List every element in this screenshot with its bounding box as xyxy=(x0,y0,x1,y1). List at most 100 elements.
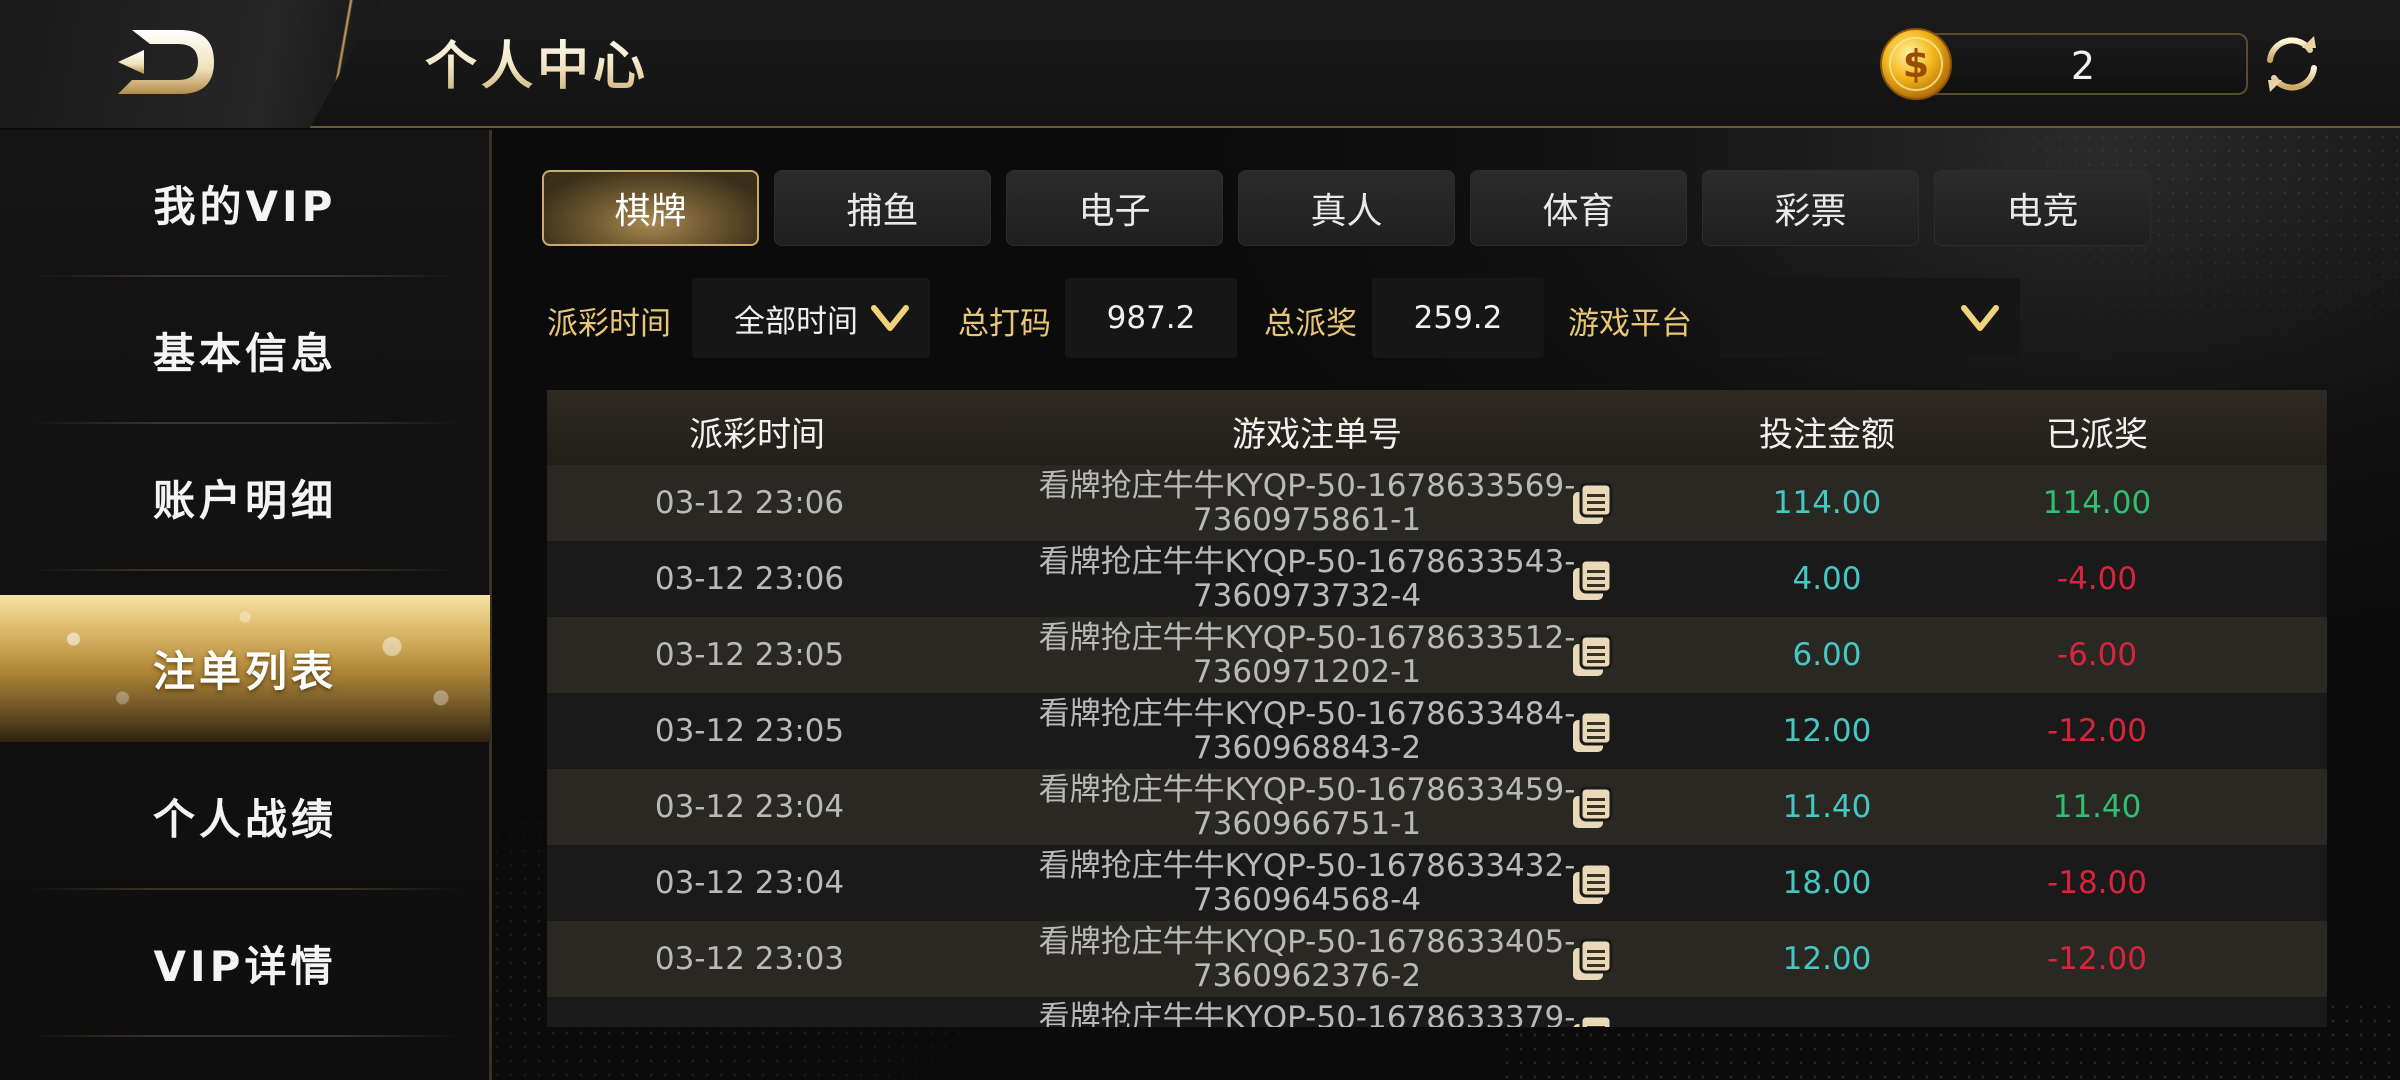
copy-icon[interactable] xyxy=(1569,786,1613,830)
sidebar-item-label: 个人战绩 xyxy=(152,795,337,844)
tab-fishing[interactable]: 捕鱼 xyxy=(774,170,991,246)
column-header-bet-amount: 投注金额 xyxy=(1759,415,1895,455)
bet-amount: 114.00 xyxy=(1772,485,1882,521)
payout-time: 03-12 23:05 xyxy=(654,637,845,673)
sidebar-item-bet-list[interactable]: 注单列表 xyxy=(0,595,490,742)
copy-icon[interactable] xyxy=(1569,710,1613,754)
copy-icon[interactable] xyxy=(1569,938,1613,982)
tab-esports[interactable]: 电竞 xyxy=(1934,170,2151,246)
coin-icon: $ xyxy=(1880,28,1952,100)
order-number: 看牌抢庄牛牛KYQP-50-1678633459- 7360966751-1 xyxy=(977,773,1637,841)
sidebar: 我的VIP 基本信息 账户明细 注单列表 个人战绩 VIP详情 xyxy=(0,130,492,1080)
table-row: 03-12 23:03 看牌抢庄牛牛KYQP-50-1678633405- 7360… xyxy=(547,921,2327,997)
order-number-line1: 看牌抢庄牛牛KYQP-50-1678633379- xyxy=(1038,1000,1576,1027)
order-number: 看牌抢庄牛牛KYQP-50-1678633405- 7360962376-2 xyxy=(977,925,1637,993)
order-number-line2: 7360971202-1 xyxy=(1192,654,1422,690)
page-title: 个人中心 xyxy=(425,24,649,99)
table-row: 03-12 23:06 看牌抢庄牛牛KYQP-50-1678633569- 7360… xyxy=(547,465,2327,541)
order-number-line1: 看牌抢庄牛牛KYQP-50-1678633569- xyxy=(1038,468,1576,504)
table-row: 03-12 23:04 看牌抢庄牛牛KYQP-50-1678633432- 7360… xyxy=(547,845,2327,921)
refresh-icon[interactable] xyxy=(2258,30,2326,98)
sidebar-item-label: 我的VIP xyxy=(153,182,337,231)
payout-time: 03-12 23:04 xyxy=(654,789,845,825)
sidebar-item-basic-info[interactable]: 基本信息 xyxy=(0,277,490,424)
payout-time: 03-12 23:05 xyxy=(654,713,845,749)
sidebar-item-label: 注单列表 xyxy=(152,647,337,696)
time-filter-value: 全部时间 xyxy=(734,303,858,340)
back-d-icon[interactable] xyxy=(110,26,220,98)
sidebar-item-vip-details[interactable]: VIP详情 xyxy=(0,890,490,1037)
order-number: 看牌抢庄牛牛KYQP-50-1678633484- 7360968843-2 xyxy=(977,697,1637,765)
payout-amount: 11.40 xyxy=(2052,789,2142,825)
tab-sports[interactable]: 体育 xyxy=(1470,170,1687,246)
sidebar-item-label: 基本信息 xyxy=(152,329,337,378)
tab-chess-cards[interactable]: 棋牌 xyxy=(542,170,759,246)
filter-bar: 派彩时间 全部时间 总打码 987.2 总派奖 259.2 游戏平台 xyxy=(542,278,2042,358)
platform-filter-select[interactable] xyxy=(1720,278,2020,358)
copy-icon[interactable] xyxy=(1569,862,1613,906)
order-number-line1: 看牌抢庄牛牛KYQP-50-1678633543- xyxy=(1038,544,1576,580)
payout-time: 03-12 23:03 xyxy=(654,941,845,977)
total-bet-value: 987.2 xyxy=(1065,278,1237,358)
payout-amount: -12.00 xyxy=(2047,941,2147,977)
order-number-line1: 看牌抢庄牛牛KYQP-50-1678633432- xyxy=(1038,848,1576,884)
category-tabs: 棋牌 捕鱼 电子 真人 体育 彩票 电竞 xyxy=(542,170,2152,246)
column-header-order-number: 游戏注单号 xyxy=(1232,415,1402,455)
tab-lottery[interactable]: 彩票 xyxy=(1702,170,1919,246)
total-payout-value: 259.2 xyxy=(1372,278,1544,358)
total-bet-label: 总打码 xyxy=(958,306,1051,342)
column-header-payout-time: 派彩时间 xyxy=(689,415,825,455)
copy-icon[interactable] xyxy=(1569,634,1613,678)
table-row: 03-12 23:05 看牌抢庄牛牛KYQP-50-1678633512- 7360… xyxy=(547,617,2327,693)
tab-electronic[interactable]: 电子 xyxy=(1006,170,1223,246)
order-number-line2: 7360975861-1 xyxy=(1192,502,1422,538)
app-root: 个人中心 2 $ 我的VIP 基本信息 账户明细 注单列表 个人战绩 VIP详情… xyxy=(0,0,2400,1080)
bet-amount: 12.00 xyxy=(1782,713,1872,749)
time-filter-select[interactable]: 全部时间 xyxy=(692,278,930,358)
copy-icon[interactable] xyxy=(1569,1014,1613,1027)
sidebar-item-my-vip[interactable]: 我的VIP xyxy=(0,130,490,277)
time-filter-label: 派彩时间 xyxy=(547,306,671,342)
order-number-line1: 看牌抢庄牛牛KYQP-50-1678633459- xyxy=(1038,772,1576,808)
payout-amount: -6.00 xyxy=(2056,637,2138,673)
order-number-line1: 看牌抢庄牛牛KYQP-50-1678633484- xyxy=(1038,696,1576,732)
bet-amount: 11.40 xyxy=(1782,789,1872,825)
sidebar-item-account-details[interactable]: 账户明细 xyxy=(0,424,490,571)
divider xyxy=(30,1035,460,1037)
total-payout-label: 总派奖 xyxy=(1264,306,1357,342)
sidebar-item-personal-record[interactable]: 个人战绩 xyxy=(0,743,490,890)
order-number-line2: 7360962376-2 xyxy=(1192,958,1422,994)
divider xyxy=(30,569,460,571)
sidebar-item-label: VIP详情 xyxy=(153,942,337,991)
order-number-line2: 7360966751-1 xyxy=(1192,806,1422,842)
bet-amount: 18.00 xyxy=(1782,865,1872,901)
copy-icon[interactable] xyxy=(1569,482,1613,526)
balance-value: 2 xyxy=(2070,44,2096,88)
payout-time: 03-12 23:06 xyxy=(654,485,845,521)
order-number: 看牌抢庄牛牛KYQP-50-1678633432- 7360964568-4 xyxy=(977,849,1637,917)
order-number: 看牌抢庄牛牛KYQP-50-1678633379- xyxy=(977,1001,1637,1027)
payout-amount: 114.00 xyxy=(2042,485,2152,521)
payout-amount: -12.00 xyxy=(2047,713,2147,749)
order-number: 看牌抢庄牛牛KYQP-50-1678633543- 7360973732-4 xyxy=(977,545,1637,613)
order-number-line2: 7360973732-4 xyxy=(1192,578,1422,614)
platform-filter-label: 游戏平台 xyxy=(1568,306,1692,342)
balance-display: 2 xyxy=(1918,33,2248,95)
bet-amount: 12.00 xyxy=(1782,941,1872,977)
payout-time: 03-12 23:06 xyxy=(654,561,845,597)
header-bar: 个人中心 2 $ xyxy=(0,0,2400,128)
order-number-line1: 看牌抢庄牛牛KYQP-50-1678633405- xyxy=(1038,924,1576,960)
order-number: 看牌抢庄牛牛KYQP-50-1678633512- 7360971202-1 xyxy=(977,621,1637,689)
column-header-payout: 已派奖 xyxy=(2046,415,2148,455)
table-row: 03-12 23:06 看牌抢庄牛牛KYQP-50-1678633543- 7360… xyxy=(547,541,2327,617)
payout-amount: -18.00 xyxy=(2047,865,2147,901)
payout-amount: -4.00 xyxy=(2056,561,2138,597)
order-number-line2: 7360968843-2 xyxy=(1192,730,1422,766)
table-row: 看牌抢庄牛牛KYQP-50-1678633379- xyxy=(547,997,2327,1027)
svg-text:$: $ xyxy=(1903,42,1929,86)
copy-icon[interactable] xyxy=(1569,558,1613,602)
tab-live[interactable]: 真人 xyxy=(1238,170,1455,246)
bet-amount: 6.00 xyxy=(1792,637,1862,673)
sidebar-item-label: 账户明细 xyxy=(152,476,337,525)
order-number-line2: 7360964568-4 xyxy=(1192,882,1422,918)
